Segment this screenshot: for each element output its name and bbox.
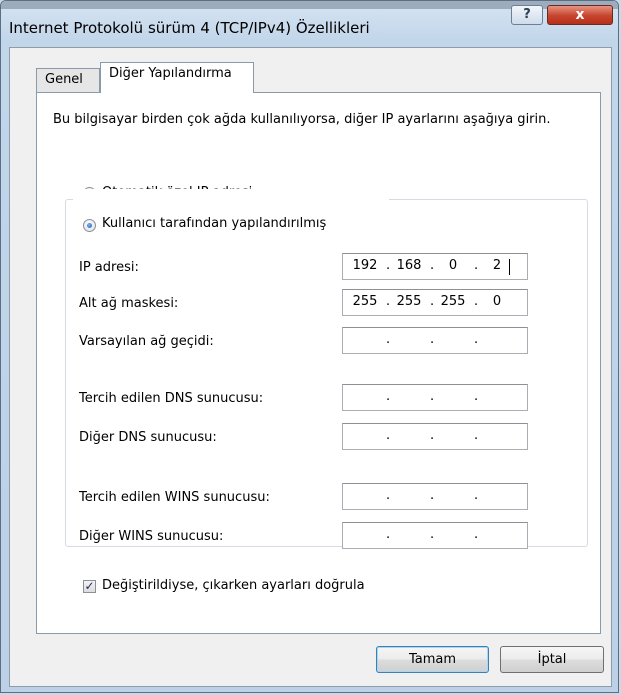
validate-checkbox-label[interactable]: Değiştirildiyse, çıkarken ayarları doğru…	[102, 578, 365, 593]
ip-octet-3: 0	[448, 258, 458, 273]
alternate-wins-label: Diğer WINS sunucusu:	[79, 529, 224, 544]
octet-dot: .	[474, 294, 479, 309]
validate-checkbox[interactable]: ✓	[83, 580, 96, 593]
octet-dot: .	[386, 294, 391, 309]
subnet-mask-input[interactable]: 255 . 255 . 255 . 0	[342, 289, 528, 316]
tab-panel: Bu bilgisayar birden çok ağda kullanılıy…	[36, 92, 601, 634]
ip-address-label: IP adresi:	[79, 260, 139, 275]
octet-dot: .	[430, 258, 435, 273]
octet-dot: .	[474, 428, 479, 443]
octet-dot: .	[474, 332, 479, 347]
ip-octet-1: 192	[352, 258, 378, 273]
alternate-dns-input[interactable]: . . .	[342, 423, 528, 450]
octet-dot: .	[474, 389, 479, 404]
octet-dot: .	[430, 527, 435, 542]
octet-dot: .	[430, 488, 435, 503]
preferred-wins-label: Tercih edilen WINS sunucusu:	[79, 490, 270, 505]
tab-genel[interactable]: Genel	[36, 68, 100, 92]
octet-dot: .	[386, 488, 391, 503]
checkmark-icon: ✓	[84, 579, 95, 593]
help-button[interactable]: ?	[511, 5, 543, 25]
default-gateway-input[interactable]: . . .	[342, 327, 528, 354]
ok-button[interactable]: Tamam	[376, 646, 489, 673]
mask-octet-4: 0	[492, 294, 502, 309]
close-button[interactable]: x	[547, 5, 613, 25]
octet-dot: .	[430, 332, 435, 347]
text-caret	[509, 259, 510, 275]
octet-dot: .	[430, 294, 435, 309]
radio-selected-dot	[87, 223, 92, 228]
window-title: Internet Protokolü sürüm 4 (TCP/IPv4) Öz…	[9, 19, 370, 37]
octet-dot: .	[474, 488, 479, 503]
octet-dot: .	[386, 332, 391, 347]
tab-diger-yapilandirma[interactable]: Diğer Yapılandırma	[100, 62, 254, 93]
intro-text: Bu bilgisayar birden çok ağda kullanılıy…	[53, 112, 551, 127]
ip-address-input[interactable]: 192 . 168 . 0 . 2	[342, 253, 528, 280]
preferred-wins-input[interactable]: . . .	[342, 483, 528, 510]
subnet-mask-label: Alt ağ maskesi:	[79, 296, 179, 311]
close-icon: x	[575, 7, 585, 23]
radio-user-configured-label[interactable]: Kullanıcı tarafından yapılandırılmış	[102, 216, 326, 231]
octet-dot: .	[474, 258, 479, 273]
octet-dot: .	[386, 527, 391, 542]
mask-octet-1: 255	[352, 294, 378, 309]
octet-dot: .	[386, 389, 391, 404]
radio-user-configured[interactable]	[83, 219, 96, 232]
default-gateway-label: Varsayılan ağ geçidi:	[79, 334, 214, 349]
mask-octet-2: 255	[396, 294, 422, 309]
octet-dot: .	[386, 428, 391, 443]
octet-dot: .	[474, 527, 479, 542]
dialog-window: Internet Protokolü sürüm 4 (TCP/IPv4) Öz…	[0, 0, 619, 693]
alternate-dns-label: Diğer DNS sunucusu:	[79, 430, 217, 445]
dialog-client: Genel Diğer Yapılandırma Bu bilgisayar b…	[9, 47, 612, 687]
group-legend-background	[73, 189, 389, 209]
octet-dot: .	[386, 258, 391, 273]
mask-octet-3: 255	[440, 294, 466, 309]
preferred-dns-input[interactable]: . . .	[342, 384, 528, 411]
ip-octet-2: 168	[396, 258, 422, 273]
help-icon: ?	[523, 7, 531, 22]
cancel-button[interactable]: İptal	[500, 646, 604, 673]
octet-dot: .	[430, 389, 435, 404]
octet-dot: .	[430, 428, 435, 443]
alternate-wins-input[interactable]: . . .	[342, 522, 528, 549]
preferred-dns-label: Tercih edilen DNS sunucusu:	[79, 391, 264, 406]
